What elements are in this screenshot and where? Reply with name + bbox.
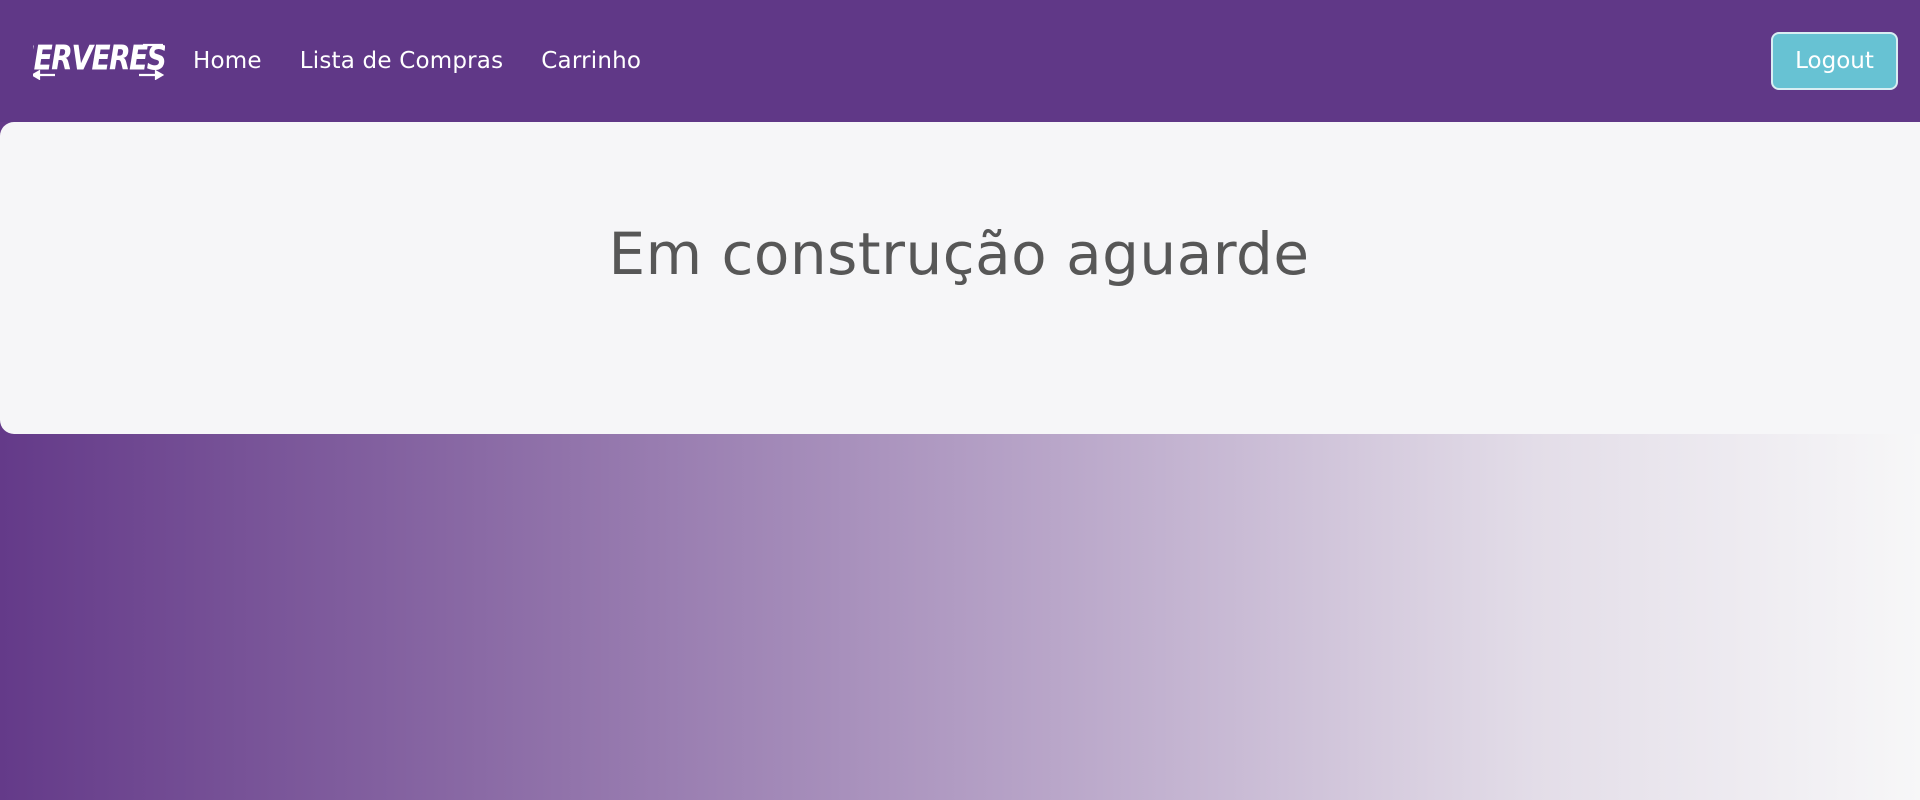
logout-button[interactable]: Logout [1771,32,1898,90]
nav-link-home[interactable]: Home [193,48,262,74]
construction-panel: Em construção aguarde [0,122,1920,434]
svg-text:SERVEREST: SERVEREST [33,42,165,78]
page-heading: Em construção aguarde [608,220,1310,288]
serverest-logo-icon: SERVEREST [33,42,165,80]
nav-link-carrinho[interactable]: Carrinho [541,48,641,74]
nav-links: Home Lista de Compras Carrinho [193,48,641,74]
nav-link-lista-de-compras[interactable]: Lista de Compras [300,48,504,74]
navbar: SERVEREST Home Lista de Compras Carrinho… [0,0,1920,122]
serverest-logo[interactable]: SERVEREST [33,39,165,83]
